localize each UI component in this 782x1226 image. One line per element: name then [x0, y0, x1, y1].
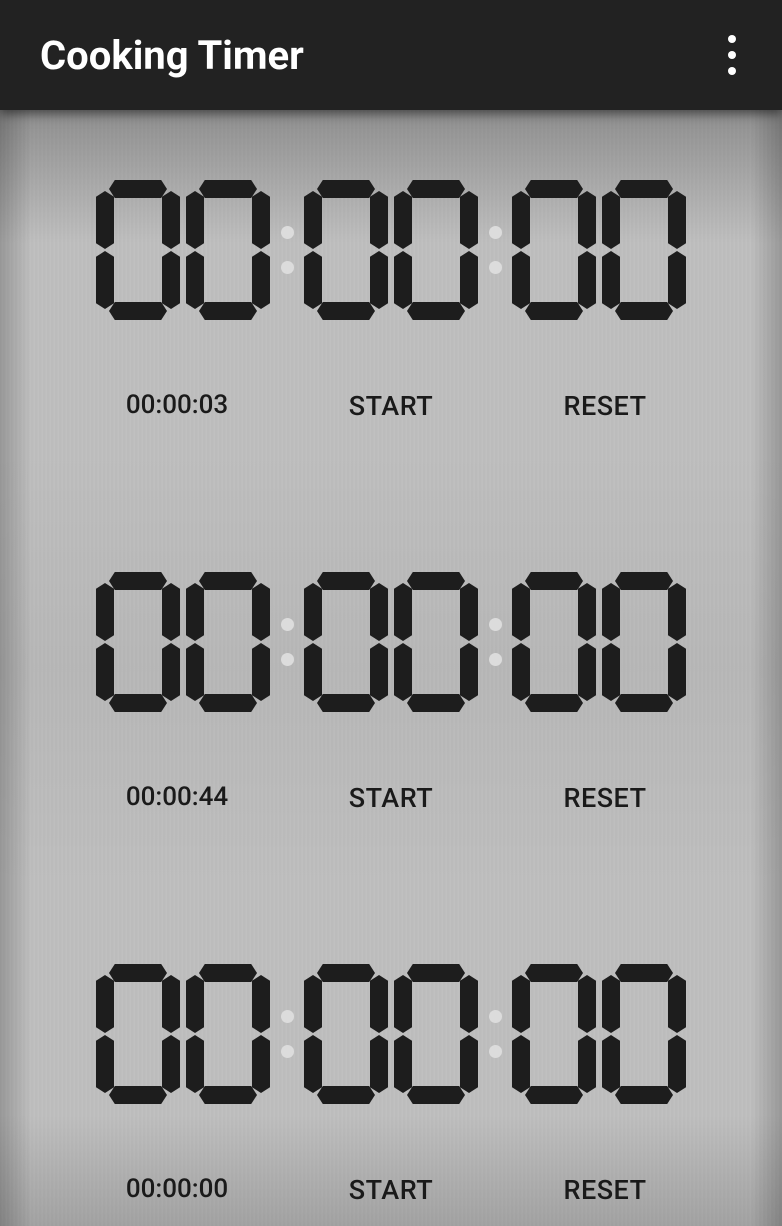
colon-icon: [481, 190, 509, 310]
app-header: Cooking Timer: [0, 0, 782, 110]
timer-3-reset-button[interactable]: RESET: [498, 1174, 712, 1206]
timer-1-controls: 00:00:03 START RESET: [40, 390, 742, 422]
timer-2-controls: 00:00:44 START RESET: [40, 782, 742, 814]
digit-sec-tens: [512, 572, 596, 712]
app-root: Cooking Timer: [0, 0, 782, 1226]
digit-hour-ones: [186, 572, 270, 712]
digit-hour-ones: [186, 180, 270, 320]
colon-icon: [273, 190, 301, 310]
digit-sec-ones: [602, 572, 686, 712]
timer-2-display[interactable]: [93, 572, 689, 712]
digit-min-tens: [304, 964, 388, 1104]
digit-min-ones: [394, 572, 478, 712]
colon-icon: [481, 974, 509, 1094]
timer-3-controls: 00:00:00 START RESET: [40, 1174, 742, 1206]
timer-2-start-button[interactable]: START: [284, 782, 498, 814]
digit-min-ones: [394, 180, 478, 320]
timer-1-display[interactable]: [93, 180, 689, 320]
timer-2-preset[interactable]: 00:00:44: [70, 782, 284, 812]
digit-min-ones: [394, 964, 478, 1104]
timer-3: 00:00:00 START RESET: [40, 964, 742, 1206]
timers-container: 00:00:03 START RESET: [0, 110, 782, 1226]
timer-3-preset[interactable]: 00:00:00: [70, 1174, 284, 1204]
digit-hour-tens: [96, 572, 180, 712]
brushed-surface: 00:00:03 START RESET: [0, 110, 782, 1226]
digit-min-tens: [304, 572, 388, 712]
colon-icon: [481, 582, 509, 702]
timer-2-reset-button[interactable]: RESET: [498, 782, 712, 814]
digit-hour-tens: [96, 180, 180, 320]
colon-icon: [273, 974, 301, 1094]
digit-sec-tens: [512, 180, 596, 320]
timer-3-start-button[interactable]: START: [284, 1174, 498, 1206]
timer-1-start-button[interactable]: START: [284, 390, 498, 422]
digit-sec-tens: [512, 964, 596, 1104]
timer-2: 00:00:44 START RESET: [40, 572, 742, 814]
header-title: Cooking Timer: [40, 32, 304, 79]
timer-1-reset-button[interactable]: RESET: [498, 390, 712, 422]
more-menu-icon[interactable]: [712, 25, 752, 85]
colon-icon: [273, 582, 301, 702]
digit-hour-tens: [96, 964, 180, 1104]
digit-hour-ones: [186, 964, 270, 1104]
timer-3-display[interactable]: [93, 964, 689, 1104]
digit-sec-ones: [602, 180, 686, 320]
timer-1: 00:00:03 START RESET: [40, 180, 742, 422]
digit-sec-ones: [602, 964, 686, 1104]
digit-min-tens: [304, 180, 388, 320]
timer-1-preset[interactable]: 00:00:03: [70, 390, 284, 420]
